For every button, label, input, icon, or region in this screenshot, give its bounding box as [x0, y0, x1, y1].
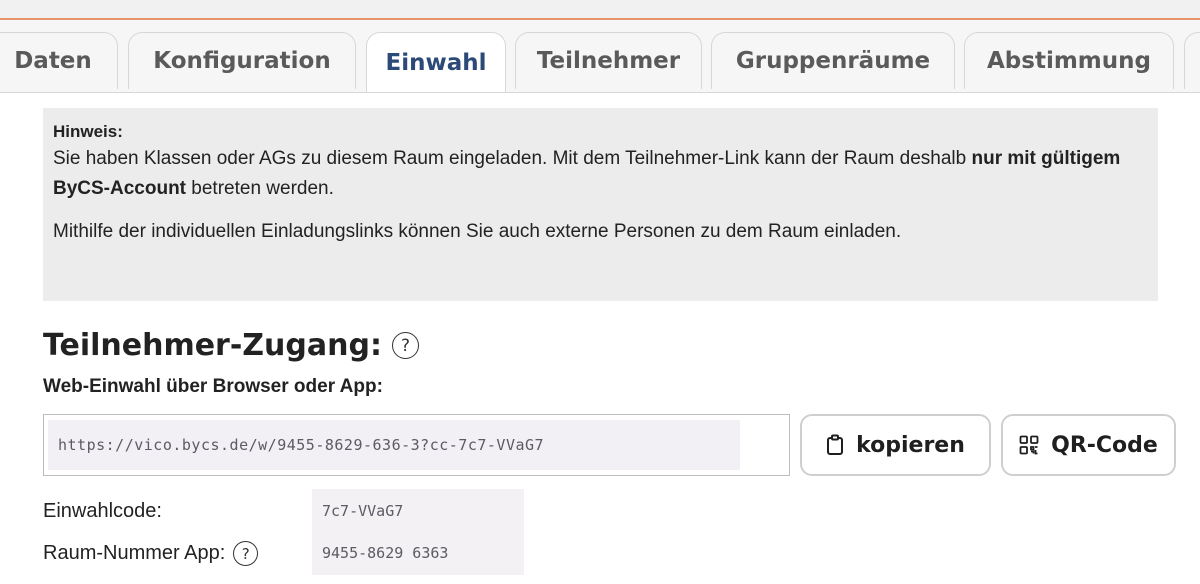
- tab-teilnehmer[interactable]: Teilnehmer: [515, 32, 702, 89]
- clipboard-icon: [826, 434, 844, 456]
- tab-einwahl[interactable]: Einwahl: [366, 32, 506, 92]
- copy-button[interactable]: kopieren: [800, 414, 991, 476]
- help-icon[interactable]: ?: [391, 332, 419, 359]
- notice-text-1-start: Sie haben Klassen oder AGs zu diesem Rau…: [53, 148, 972, 169]
- dial-code-label: Einwahlcode:: [43, 500, 162, 522]
- notice-title: Hinweis:: [53, 122, 123, 141]
- notice-text-1: Sie haben Klassen oder AGs zu diesem Rau…: [53, 144, 1148, 204]
- tab-abstimmung[interactable]: Abstimmung: [964, 32, 1174, 89]
- info-notice: Hinweis: Sie haben Klassen oder AGs zu d…: [43, 108, 1158, 301]
- tab-gruppenraeume[interactable]: Gruppenräume: [711, 32, 955, 89]
- room-number-value: 9455-8629 6363: [312, 531, 524, 575]
- section-title: Teilnehmer-Zugang: ?: [43, 328, 419, 363]
- participant-url-field[interactable]: https://vico.bycs.de/w/9455-8629-636-3?c…: [43, 414, 790, 476]
- qr-code-button-label: QR-Code: [1051, 432, 1158, 458]
- section-title-text: Teilnehmer-Zugang:: [43, 328, 382, 363]
- tab-bar: Daten Konfiguration Einwahl Teilnehmer G…: [0, 20, 1200, 93]
- qr-code-icon: [1019, 435, 1039, 455]
- qr-code-button[interactable]: QR-Code: [1001, 414, 1176, 476]
- participant-url-value: https://vico.bycs.de/w/9455-8629-636-3?c…: [48, 420, 740, 470]
- notice-text-2: Mithilfe der individuellen Einladungslin…: [53, 221, 902, 242]
- room-number-help-icon[interactable]: ?: [233, 541, 259, 566]
- tab-konfiguration[interactable]: Konfiguration: [128, 32, 356, 89]
- room-number-label-text: Raum-Nummer App:: [43, 542, 226, 564]
- dial-code-value: 7c7-VVaG7: [312, 489, 524, 533]
- notice-text-1-end: betreten werden.: [186, 178, 334, 199]
- room-number-label: Raum-Nummer App: ?: [43, 541, 259, 566]
- tab-daten[interactable]: Daten: [0, 32, 118, 89]
- top-accent-bar: [0, 0, 1200, 20]
- web-dial-label: Web-Einwahl über Browser oder App:: [43, 376, 383, 397]
- tab-overflow[interactable]: [1184, 32, 1200, 89]
- copy-button-label: kopieren: [856, 432, 965, 458]
